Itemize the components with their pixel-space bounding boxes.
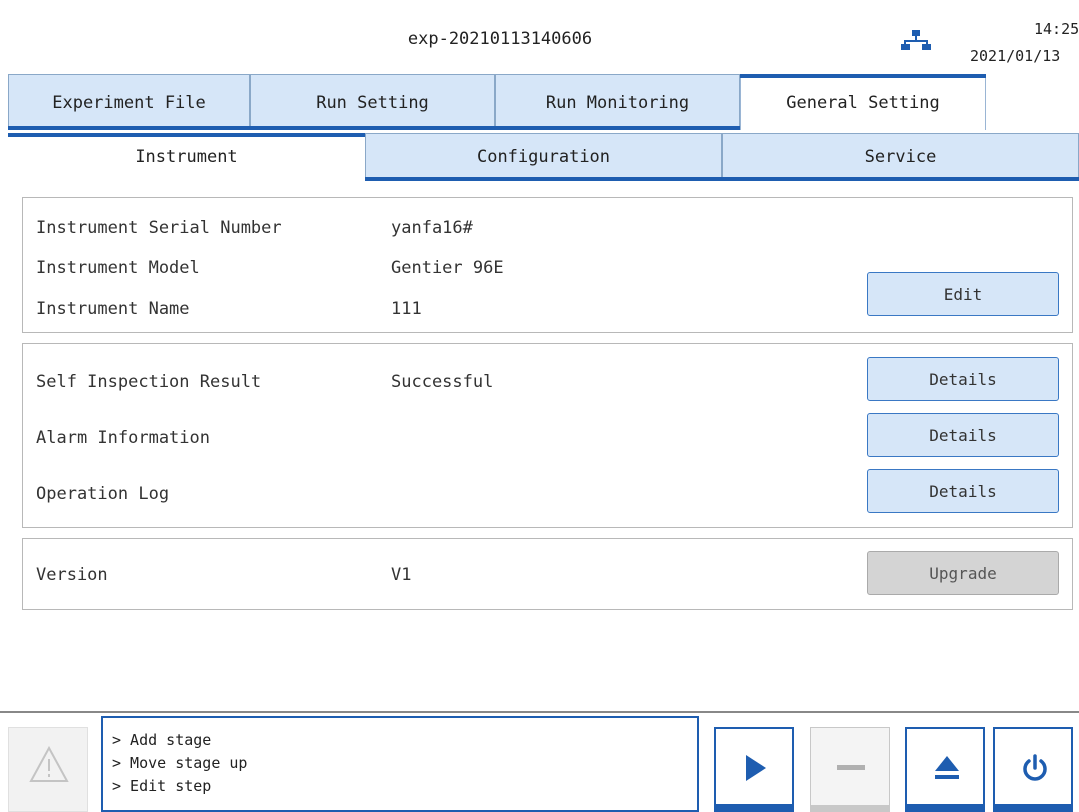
diagnostics-panel: Self Inspection Result Successful Detail… (22, 343, 1073, 528)
subtab-instrument[interactable]: Instrument (8, 133, 365, 181)
play-icon (746, 755, 766, 781)
subtab-label: Service (864, 147, 937, 167)
tab-label: Experiment File (52, 92, 206, 113)
model-label: Instrument Model (36, 258, 200, 278)
version-label: Version (36, 565, 108, 585)
tab-experiment-file[interactable]: Experiment File (8, 74, 250, 130)
name-value: 111 (391, 299, 422, 319)
warning-button[interactable] (8, 727, 88, 812)
clock-date: 2021/01/13 (970, 47, 1061, 65)
tab-general-setting[interactable]: General Setting (740, 74, 986, 130)
warning-icon (29, 746, 69, 782)
subtab-configuration[interactable]: Configuration (365, 133, 722, 181)
sub-tab-bar: Instrument Configuration Service (8, 133, 1079, 181)
console-line[interactable]: > Add stage (112, 729, 697, 752)
tab-label: Run Setting (316, 92, 429, 113)
subtab-service[interactable]: Service (722, 133, 1079, 181)
model-value: Gentier 96E (391, 258, 504, 278)
stop-icon (837, 765, 865, 770)
name-label: Instrument Name (36, 299, 190, 319)
network-icon (901, 30, 931, 50)
play-button[interactable] (714, 727, 794, 812)
operation-log-label: Operation Log (36, 484, 170, 504)
self-inspection-label: Self Inspection Result (36, 372, 262, 392)
version-value: V1 (391, 565, 412, 585)
tab-label: General Setting (786, 92, 940, 113)
subtab-label: Instrument (135, 147, 238, 167)
tab-label: Run Monitoring (545, 92, 690, 113)
operation-log-details-button[interactable]: Details (867, 469, 1059, 513)
console-line[interactable]: > Move stage up (112, 752, 697, 775)
console-line[interactable]: > Edit step (112, 775, 697, 798)
action-console: > Add stage > Move stage up > Edit step (101, 716, 699, 812)
upgrade-button[interactable]: Upgrade (867, 551, 1059, 595)
self-inspection-value: Successful (391, 372, 494, 392)
serial-number-label: Instrument Serial Number (36, 218, 282, 238)
serial-number-value: yanfa16# (391, 218, 473, 238)
tab-run-setting[interactable]: Run Setting (250, 74, 495, 130)
instrument-info-panel: Instrument Serial Number yanfa16# Instru… (22, 197, 1073, 333)
main-tab-bar: Experiment File Run Setting Run Monitori… (8, 74, 1079, 130)
alarm-information-label: Alarm Information (36, 428, 210, 448)
power-button[interactable] (993, 727, 1073, 812)
eject-icon (935, 756, 959, 779)
self-inspection-details-button[interactable]: Details (867, 357, 1059, 401)
subtab-label: Configuration (476, 147, 611, 167)
experiment-title: exp-20210113140606 (407, 29, 593, 49)
eject-button[interactable] (905, 727, 985, 812)
edit-button[interactable]: Edit (867, 272, 1059, 316)
title-bar: exp-20210113140606 14:25 2021/01/13 (0, 0, 1079, 74)
tab-run-monitoring[interactable]: Run Monitoring (495, 74, 740, 130)
power-icon (1023, 754, 1047, 781)
stop-button[interactable] (810, 727, 890, 812)
clock-time: 14:25 (1034, 20, 1079, 38)
alarm-details-button[interactable]: Details (867, 413, 1059, 457)
version-panel: Version V1 Upgrade (22, 538, 1073, 610)
